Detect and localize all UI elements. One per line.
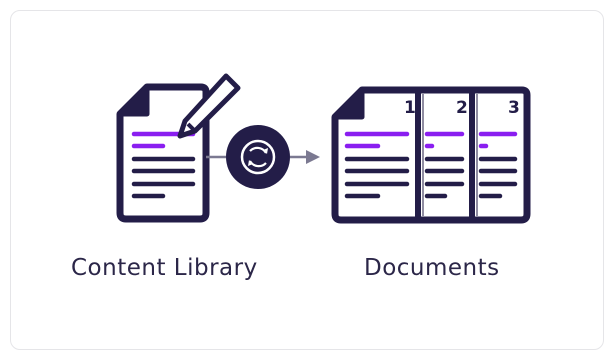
page-number-1: 1: [404, 98, 416, 118]
documents-label: Documents: [364, 255, 500, 281]
documents-icon: 1 2 3: [331, 86, 531, 224]
page-number-3: 3: [508, 98, 520, 118]
content-library-document-icon: [116, 83, 210, 223]
connector-arrow-right: [290, 150, 320, 164]
refresh-icon: [226, 125, 290, 189]
content-library-label: Content Library: [71, 255, 258, 281]
page-number-2: 2: [456, 98, 468, 118]
workflow-diagram: 1 2 3: [116, 73, 531, 224]
